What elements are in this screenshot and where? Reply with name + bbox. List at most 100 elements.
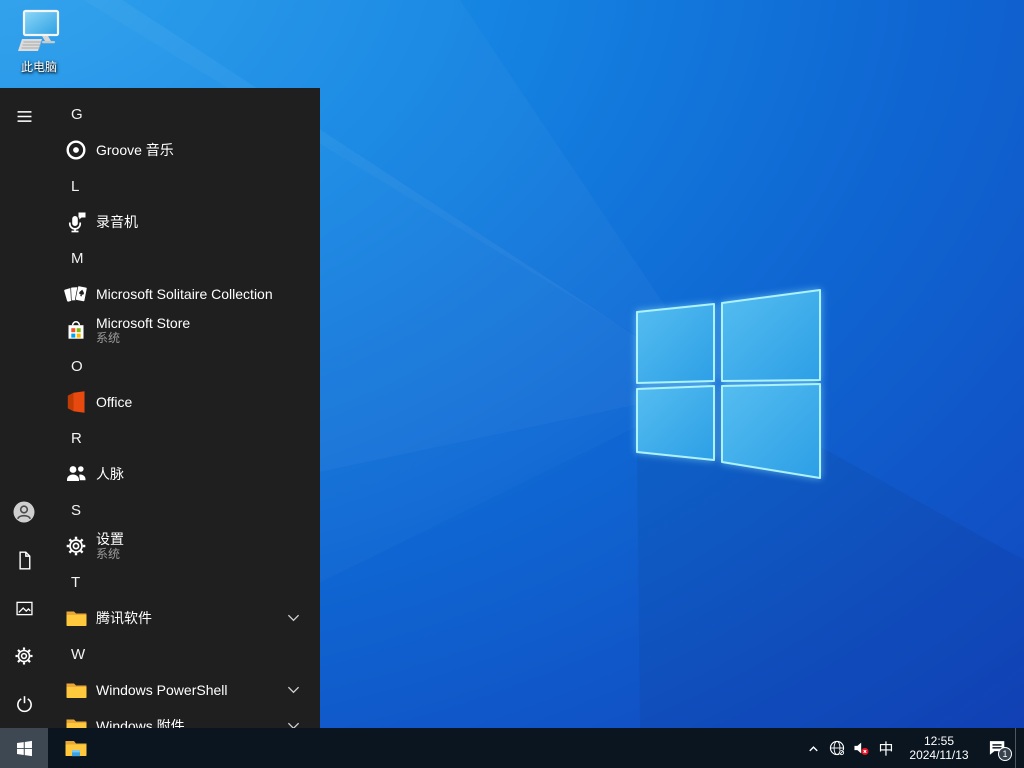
start-menu-section-header[interactable]: G xyxy=(48,96,320,132)
file-explorer-icon xyxy=(65,741,87,757)
app-text: 录音机 xyxy=(96,214,138,230)
start-button[interactable] xyxy=(0,728,48,768)
start-menu-app[interactable]: 录音机 xyxy=(48,204,320,240)
start-menu-section-header[interactable]: L xyxy=(48,168,320,204)
start-menu-app[interactable]: 设置 系统 xyxy=(48,528,320,564)
app-label: Microsoft Solitaire Collection xyxy=(96,286,273,302)
file-explorer-button[interactable] xyxy=(52,728,100,768)
app-text: Groove 音乐 xyxy=(96,142,174,158)
volume-button[interactable] xyxy=(849,728,873,768)
globe-no-internet-icon xyxy=(829,740,845,756)
app-text: Windows PowerShell xyxy=(96,682,228,698)
app-text: 设置 系统 xyxy=(96,531,124,561)
tray-time: 12:55 xyxy=(923,733,955,748)
settings-button[interactable] xyxy=(0,632,48,680)
desktop-icon-label: 此电脑 xyxy=(20,60,57,74)
tray-overflow-button[interactable] xyxy=(801,728,825,768)
start-menu-app[interactable]: Office xyxy=(48,384,320,420)
app-label: 设置 xyxy=(96,531,124,547)
start-menu-app[interactable]: 人脉 xyxy=(48,456,320,492)
app-label: Windows PowerShell xyxy=(96,682,228,698)
taskbar: 中 12:55 2024/11/13 1 xyxy=(0,728,1024,768)
start-menu-app[interactable]: Microsoft Store 系统 xyxy=(48,312,320,348)
start-menu-section-header[interactable]: M xyxy=(48,240,320,276)
start-menu-app[interactable]: 腾讯软件 xyxy=(48,600,320,636)
section-letter: S xyxy=(71,501,82,519)
start-menu-section-header[interactable]: O xyxy=(48,348,320,384)
voice-recorder-icon xyxy=(64,210,88,234)
pictures-button[interactable] xyxy=(0,584,48,632)
notification-badge: 1 xyxy=(998,747,1012,761)
start-menu-app-list: G Groove 音乐 L 录音机 M Microsoft Solitaire Colle… xyxy=(48,88,320,728)
system-tray: 中 12:55 2024/11/13 1 xyxy=(801,728,1024,768)
hamburger-menu-button[interactable] xyxy=(0,92,48,140)
volume-muted-icon xyxy=(854,742,869,756)
section-letter: O xyxy=(71,357,83,375)
app-label: 录音机 xyxy=(96,214,138,230)
section-letter: R xyxy=(71,429,82,447)
app-label: Windows 附件 xyxy=(96,718,185,728)
action-center-button[interactable]: 1 xyxy=(979,728,1015,768)
windows-flag-icon xyxy=(16,740,32,756)
store-icon xyxy=(64,318,88,342)
hamburger-icon xyxy=(17,110,31,122)
user-account-button[interactable] xyxy=(0,488,48,536)
app-text: Microsoft Solitaire Collection xyxy=(96,286,273,302)
section-letter: L xyxy=(71,177,80,195)
start-menu-section-header[interactable]: S xyxy=(48,492,320,528)
app-text: Microsoft Store 系统 xyxy=(96,315,190,345)
start-menu-app[interactable]: Groove 音乐 xyxy=(48,132,320,168)
app-text: Windows 附件 xyxy=(96,718,185,728)
folder-icon xyxy=(64,606,88,630)
start-menu: G Groove 音乐 L 录音机 M Microsoft Solitaire Colle… xyxy=(0,88,320,728)
ime-label: 中 xyxy=(878,740,894,758)
desktop: 此电脑 G Groove 音乐 L 录音机 M Microsoft Solita… xyxy=(0,0,1024,768)
section-letter: T xyxy=(71,573,81,591)
document-icon xyxy=(18,550,30,570)
people-icon xyxy=(64,462,88,486)
chevron-down-icon[interactable] xyxy=(287,613,300,623)
start-menu-section-header[interactable]: R xyxy=(48,420,320,456)
groove-icon xyxy=(64,138,88,162)
power-icon xyxy=(16,695,32,712)
app-subtitle: 系统 xyxy=(96,331,121,345)
section-letter: M xyxy=(71,249,84,267)
ime-indicator[interactable]: 中 xyxy=(873,728,899,768)
this-pc-icon xyxy=(18,9,60,51)
office-icon xyxy=(64,390,88,414)
pictures-icon xyxy=(15,601,33,615)
app-label: Groove 音乐 xyxy=(96,142,174,158)
start-menu-section-header[interactable]: T xyxy=(48,564,320,600)
chevron-down-icon[interactable] xyxy=(287,685,300,695)
power-button[interactable] xyxy=(0,680,48,728)
app-text: 腾讯软件 xyxy=(96,610,152,626)
tray-date: 2024/11/13 xyxy=(909,748,969,762)
chevron-down-icon[interactable] xyxy=(287,721,300,728)
chevron-up-icon xyxy=(808,745,818,751)
folder-icon xyxy=(64,714,88,728)
taskbar-clock[interactable]: 12:55 2024/11/13 xyxy=(899,728,979,768)
folder-icon xyxy=(64,678,88,702)
app-label: Microsoft Store xyxy=(96,315,191,331)
gear-icon xyxy=(15,647,33,665)
solitaire-icon xyxy=(64,282,88,306)
app-text: Office xyxy=(96,394,132,410)
section-letter: G xyxy=(71,105,83,123)
app-label: Office xyxy=(96,394,133,410)
show-desktop-button[interactable] xyxy=(1015,728,1024,768)
start-menu-app[interactable]: Microsoft Solitaire Collection xyxy=(48,276,320,312)
start-menu-section-header[interactable]: W xyxy=(48,636,320,672)
user-avatar-icon xyxy=(13,501,35,523)
start-menu-rail xyxy=(0,88,48,728)
network-status-button[interactable] xyxy=(825,728,849,768)
documents-button[interactable] xyxy=(0,536,48,584)
app-text: 人脉 xyxy=(96,466,124,482)
section-letter: W xyxy=(71,645,86,663)
settings-icon xyxy=(64,534,88,558)
app-label: 腾讯软件 xyxy=(96,610,152,626)
desktop-icon-this-pc[interactable]: 此电脑 xyxy=(8,8,70,75)
app-subtitle: 系统 xyxy=(96,547,121,561)
start-menu-app[interactable]: Windows 附件 xyxy=(48,708,320,728)
start-menu-app[interactable]: Windows PowerShell xyxy=(48,672,320,708)
app-label: 人脉 xyxy=(96,466,124,482)
